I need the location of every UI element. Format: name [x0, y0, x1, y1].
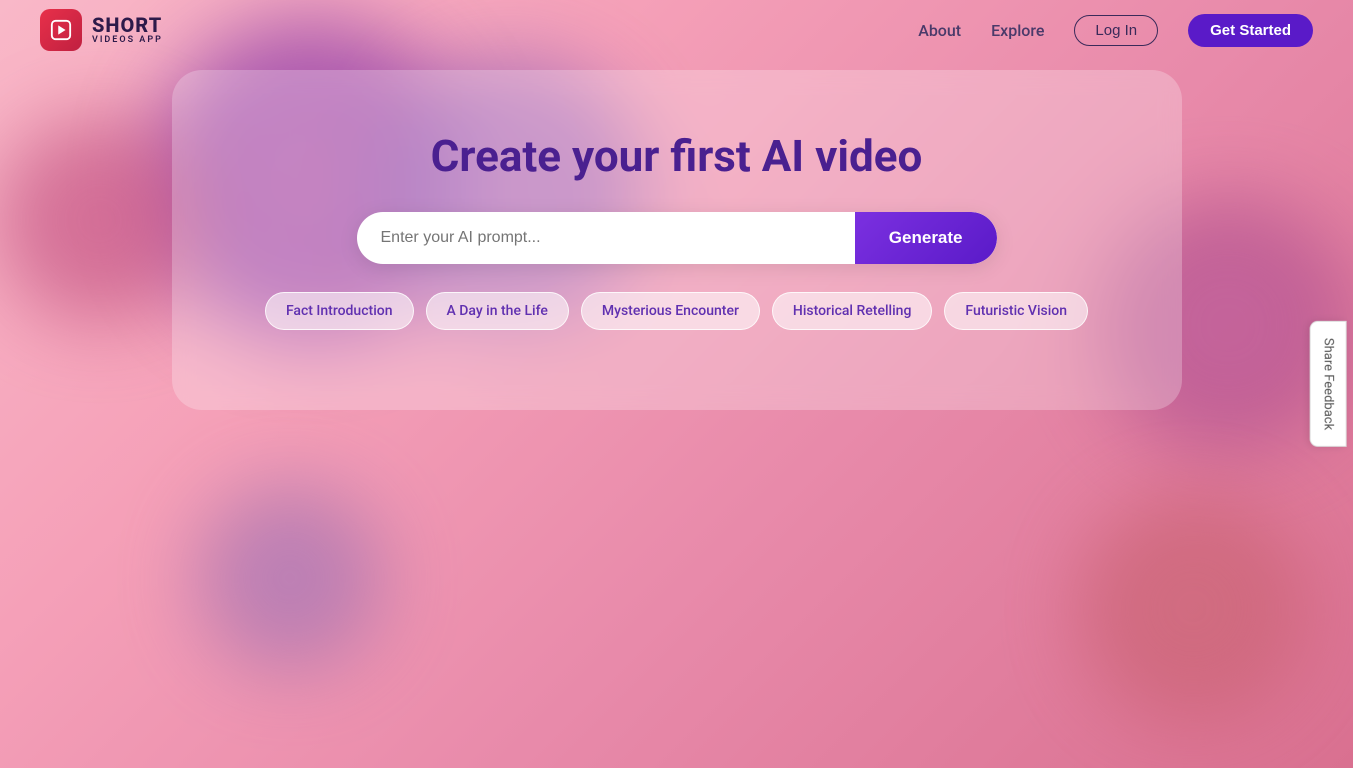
- navbar: SHORT VIDEOS APP About Explore Log In Ge…: [0, 0, 1353, 60]
- logo-text: SHORT VIDEOS APP: [92, 14, 163, 46]
- chip-fact-introduction[interactable]: Fact Introduction: [265, 292, 414, 330]
- play-icon: [50, 19, 72, 41]
- get-started-button[interactable]: Get Started: [1188, 14, 1313, 47]
- generate-button[interactable]: Generate: [855, 212, 997, 264]
- logo-short-label: SHORT: [92, 14, 163, 36]
- logo-sub-label: VIDEOS APP: [92, 36, 163, 46]
- prompt-row: Generate: [357, 212, 997, 264]
- prompt-input[interactable]: [357, 212, 855, 264]
- chip-mysterious-encounter[interactable]: Mysterious Encounter: [581, 292, 760, 330]
- blob-6: [200, 488, 380, 668]
- main-card: Create your first AI video Generate Fact…: [172, 70, 1182, 410]
- chips-row: Fact Introduction A Day in the Life Myst…: [265, 292, 1088, 330]
- logo[interactable]: SHORT VIDEOS APP: [40, 9, 163, 51]
- chip-historical-retelling[interactable]: Historical Retelling: [772, 292, 932, 330]
- nav-about[interactable]: About: [918, 21, 961, 40]
- chip-day-in-the-life[interactable]: A Day in the Life: [426, 292, 569, 330]
- logo-icon: [40, 9, 82, 51]
- blob-3: [0, 120, 200, 320]
- nav-explore[interactable]: Explore: [991, 21, 1044, 40]
- chip-futuristic-vision[interactable]: Futuristic Vision: [944, 292, 1088, 330]
- blob-5: [1083, 498, 1303, 718]
- hero-title: Create your first AI video: [431, 130, 923, 182]
- nav-links: About Explore Log In Get Started: [918, 14, 1313, 47]
- login-button[interactable]: Log In: [1074, 15, 1158, 46]
- feedback-tab[interactable]: Share Feedback: [1309, 321, 1346, 447]
